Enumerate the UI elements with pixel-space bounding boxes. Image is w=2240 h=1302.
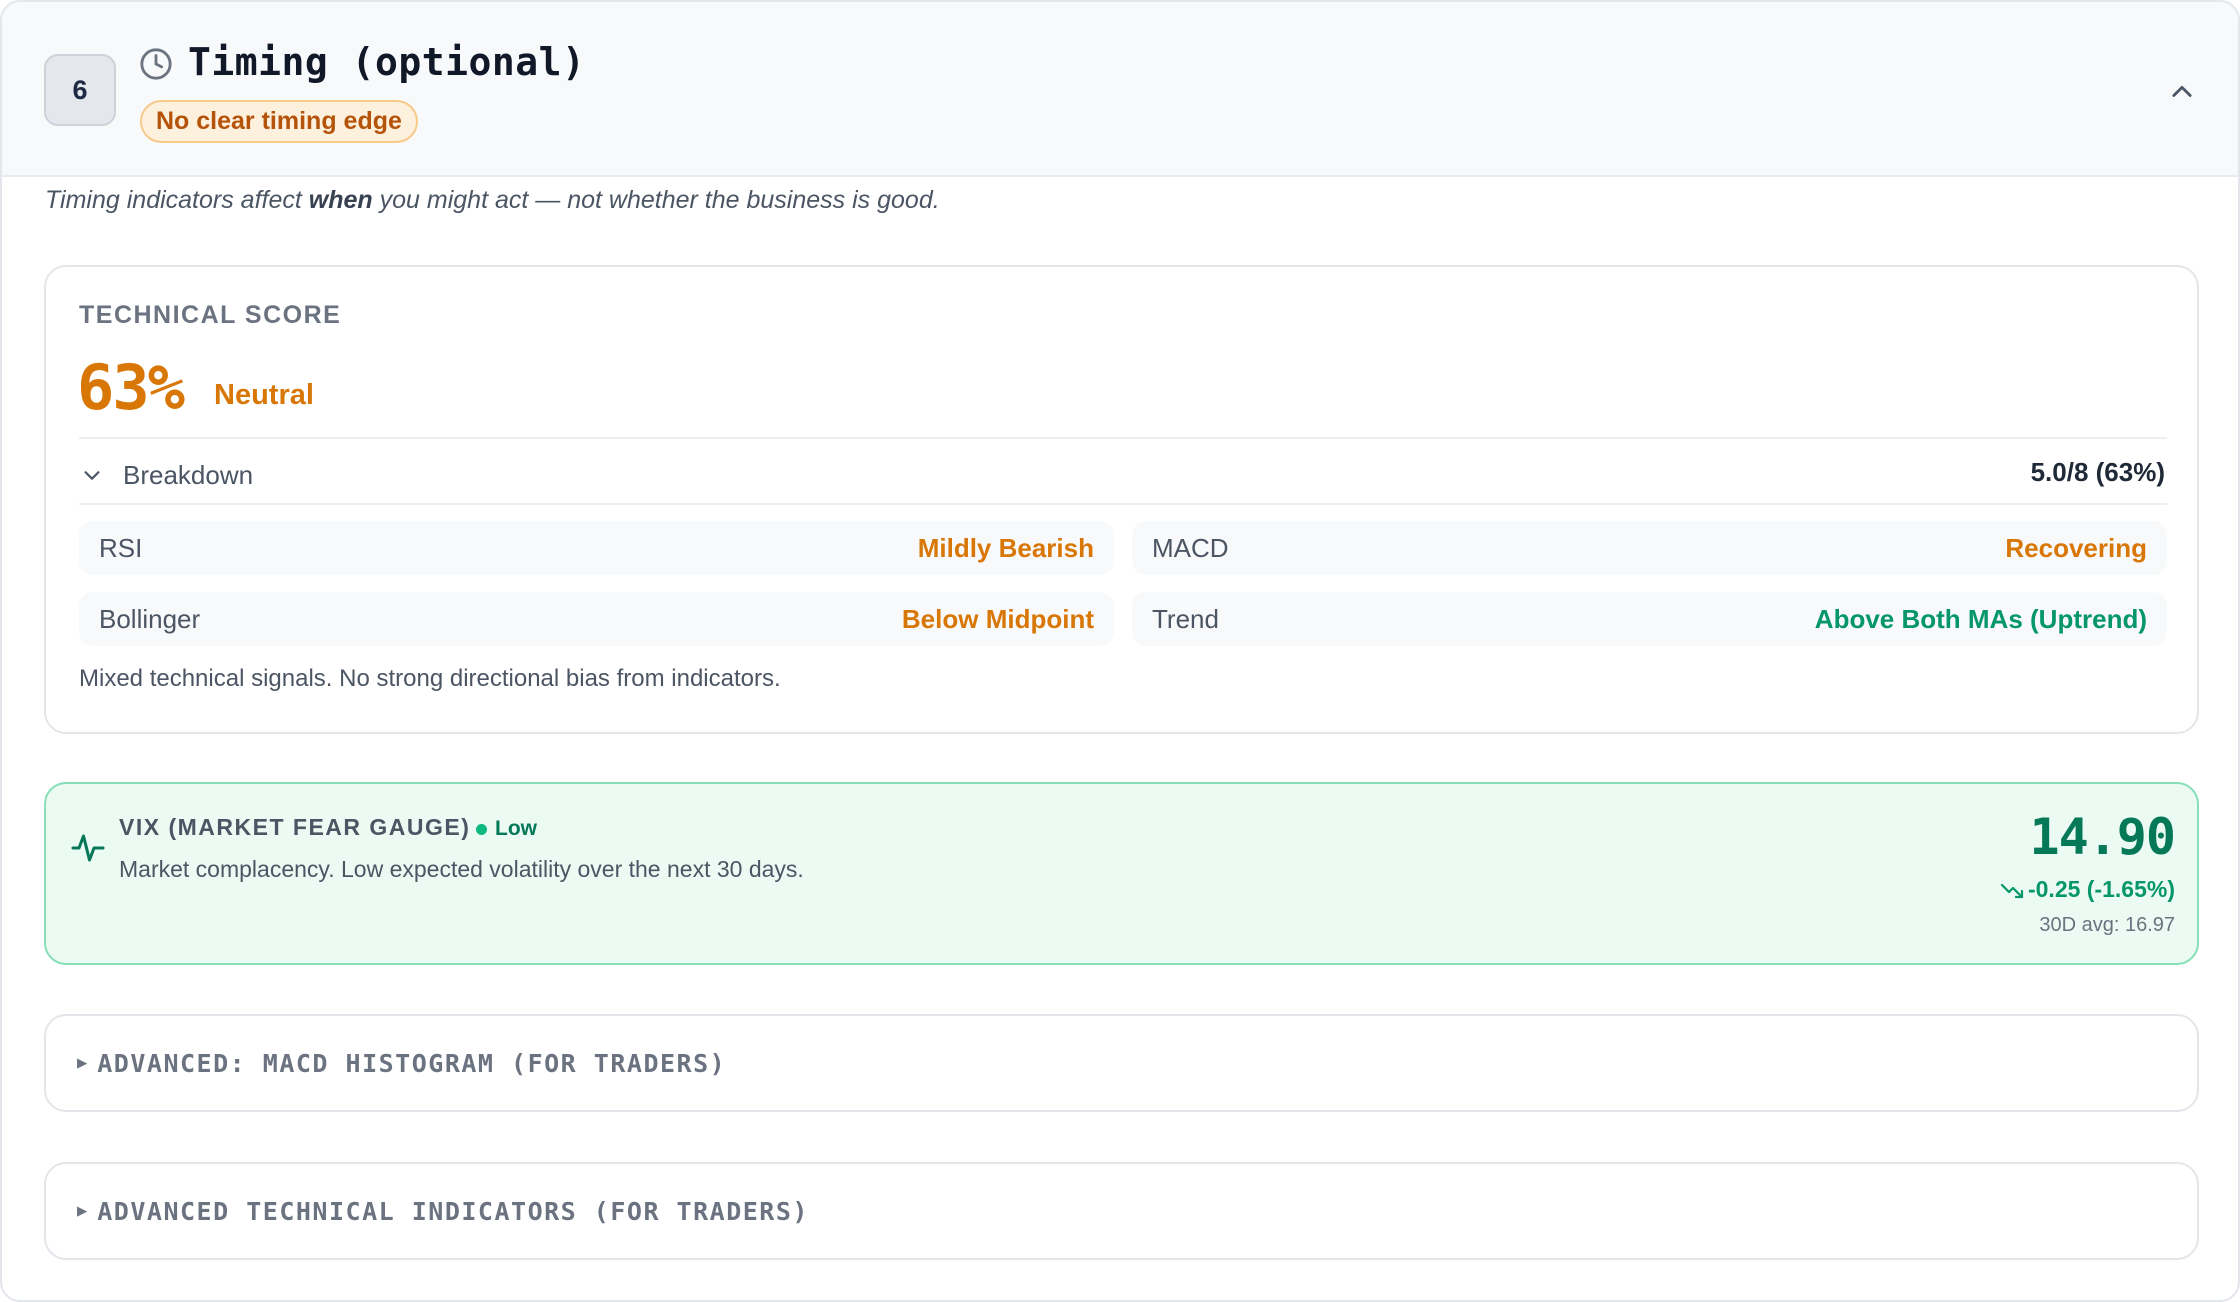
timing-status-badge: No clear timing edge [140, 100, 418, 143]
vix-value: 14.90 [2029, 808, 2176, 866]
indicator-rsi: RSI Mildly Bearish [79, 521, 1114, 575]
trend-down-icon [2000, 883, 2024, 898]
intro-emphasis: when [308, 186, 373, 214]
advanced-macd-label: ADVANCED: MACD HISTOGRAM (FOR TRADERS) [97, 1048, 727, 1078]
divider [79, 437, 2167, 439]
advanced-indicators-summary[interactable]: ▶ ADVANCED TECHNICAL INDICATORS (FOR TRA… [77, 1164, 809, 1258]
section-title: Timing (optional) [188, 40, 586, 84]
technical-score-verdict: Neutral [214, 379, 314, 411]
intro-text-start: Timing indicators affect [45, 186, 309, 214]
section-header[interactable]: 6 Timing (optional) No clear timing edge [2, 2, 2238, 177]
divider [79, 503, 2167, 505]
timing-section-panel: 6 Timing (optional) No clear timing edge… [0, 0, 2240, 1302]
vix-title: VIX (MARKET FEAR GAUGE) [119, 814, 471, 840]
breakdown-label: Breakdown [123, 459, 254, 490]
vix-description: Market complacency. Low expected volatil… [119, 856, 804, 882]
intro-text-end: you might act — not whether the business… [372, 186, 940, 214]
collapse-button[interactable] [2162, 72, 2202, 112]
indicator-value: Above Both MAs (Uptrend) [1814, 603, 2147, 634]
vix-card: VIX (MARKET FEAR GAUGE) Low Market compl… [44, 782, 2199, 965]
indicator-name: MACD [1152, 532, 1229, 563]
indicator-name: RSI [99, 532, 143, 563]
advanced-macd-summary[interactable]: ▶ ADVANCED: MACD HISTOGRAM (FOR TRADERS) [77, 1016, 726, 1110]
advanced-technical-indicators-toggle[interactable]: ▶ ADVANCED TECHNICAL INDICATORS (FOR TRA… [44, 1162, 2199, 1260]
vix-30d-average: 30D avg: 16.97 [2039, 914, 2175, 936]
vix-level-label: Low [495, 817, 537, 840]
indicator-value: Mildly Bearish [917, 532, 1094, 563]
chevron-up-icon [2172, 85, 2192, 97]
chevron-down-icon [84, 471, 100, 480]
technical-score-card: TECHNICAL SCORE 63% Neutral Breakdown 5.… [44, 265, 2199, 734]
vix-change-value: -0.25 (-1.65%) [2027, 876, 2175, 902]
clock-icon [140, 48, 172, 80]
indicator-trend: Trend Above Both MAs (Uptrend) [1132, 592, 2167, 646]
advanced-indicators-label: ADVANCED TECHNICAL INDICATORS (FOR TRADE… [97, 1196, 809, 1226]
advanced-macd-histogram-toggle[interactable]: ▶ ADVANCED: MACD HISTOGRAM (FOR TRADERS) [44, 1014, 2199, 1112]
status-dot [476, 823, 487, 835]
indicator-name: Trend [1152, 603, 1219, 634]
caret-right-icon: ▶ [77, 1053, 88, 1073]
technical-summary-note: Mixed technical signals. No strong direc… [79, 665, 781, 692]
vix-level-badge: Low [476, 817, 537, 841]
pulse-icon [71, 834, 105, 862]
indicator-value: Recovering [2005, 532, 2147, 563]
indicator-name: Bollinger [99, 603, 201, 634]
caret-right-icon: ▶ [77, 1201, 88, 1221]
technical-score-value: 63% [77, 351, 185, 424]
step-number-badge: 6 [44, 54, 116, 126]
indicator-macd: MACD Recovering [1132, 521, 2167, 575]
breakdown-total: 5.0/8 (63%) [2030, 457, 2165, 487]
timing-intro-text: Timing indicators affect when you might … [45, 186, 940, 215]
technical-score-label: TECHNICAL SCORE [79, 301, 342, 329]
indicator-value: Below Midpoint [901, 603, 1094, 634]
breakdown-toggle[interactable]: Breakdown [81, 455, 253, 495]
vix-change: -0.25 (-1.65%) [2000, 876, 2175, 903]
indicator-bollinger: Bollinger Below Midpoint [79, 592, 1114, 646]
